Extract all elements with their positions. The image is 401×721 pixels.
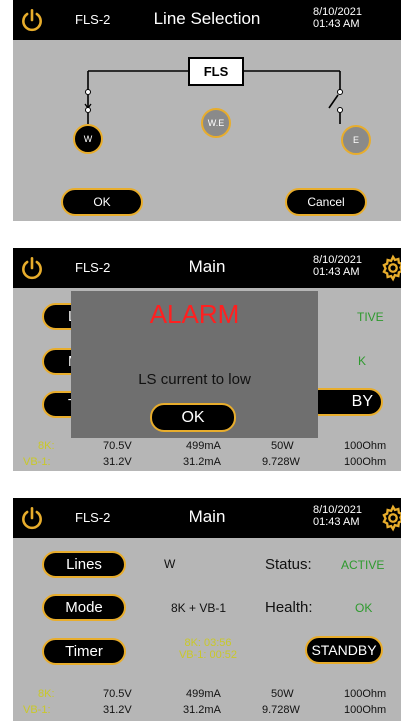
- fls-label: FLS: [203, 64, 229, 79]
- row-power: 9.728W: [262, 456, 300, 468]
- row-label: 8K:: [38, 688, 55, 700]
- row-resistance: 100Ohm: [344, 704, 387, 716]
- health-label: Health:: [265, 599, 313, 616]
- alarm-dialog: ALARM LS current to low OK: [71, 291, 318, 438]
- standby-button[interactable]: STANDBY: [305, 636, 383, 664]
- row-current: 499mA: [186, 440, 221, 452]
- row-voltage: 70.5V: [103, 440, 132, 452]
- row-resistance: 100Ohm: [344, 688, 387, 700]
- row-current: 31.2mA: [183, 704, 221, 716]
- ok-button[interactable]: OK: [61, 188, 143, 216]
- datetime: 8/10/2021 01:43 AM: [313, 254, 362, 278]
- row-resistance: 100Ohm: [344, 456, 387, 468]
- row-power: 9.728W: [262, 704, 300, 716]
- line-e-button[interactable]: E: [341, 125, 371, 155]
- datetime: 8/10/2021 01:43 AM: [313, 504, 362, 528]
- time-text: 01:43 AM: [313, 516, 360, 528]
- timer-button[interactable]: Timer: [42, 638, 126, 665]
- line-selection-panel: FLS-2 Line Selection 8/10/2021 01:43 AM …: [13, 0, 401, 221]
- health-value: K: [358, 354, 367, 368]
- time-text: 01:43 AM: [313, 18, 360, 30]
- row-voltage: 31.2V: [103, 456, 132, 468]
- row-label: 8K:: [38, 440, 55, 452]
- status-value: TIVE: [357, 310, 384, 324]
- mode-value: 8K + VB-1: [171, 601, 227, 615]
- timer-values: 8K: 03:56 VB-1: 00:52: [153, 637, 263, 661]
- header-bar: FLS-2 Line Selection 8/10/2021 01:43 AM: [13, 0, 401, 40]
- status-label: Status:: [265, 556, 312, 573]
- date-text: 8/10/2021: [313, 6, 362, 18]
- timer-vb1: VB-1: 00:52: [178, 649, 238, 661]
- row-label: VB-1:: [23, 704, 51, 716]
- date-text: 8/10/2021: [313, 504, 362, 516]
- lines-button[interactable]: Lines: [42, 551, 126, 578]
- header-bar: FLS-2 Main 8/10/2021 01:43 AM: [13, 248, 401, 288]
- line-we-button[interactable]: W.E: [201, 108, 231, 138]
- datetime: 8/10/2021 01:43 AM: [313, 6, 362, 30]
- timer-8k: 8K: 03:56: [184, 637, 232, 649]
- mode-button[interactable]: Mode: [42, 594, 126, 621]
- alarm-ok-button[interactable]: OK: [150, 403, 236, 432]
- status-value: ACTIVE: [341, 558, 385, 572]
- row-power: 50W: [271, 440, 294, 452]
- alarm-message: LS current to low: [138, 371, 251, 388]
- cancel-button[interactable]: Cancel: [285, 188, 367, 216]
- health-value: OK: [355, 601, 373, 615]
- date-text: 8/10/2021: [313, 254, 362, 266]
- row-current: 31.2mA: [183, 456, 221, 468]
- gear-icon[interactable]: [379, 254, 401, 282]
- time-text: 01:43 AM: [313, 266, 360, 278]
- lines-value: W: [164, 557, 176, 571]
- row-voltage: 31.2V: [103, 704, 132, 716]
- main-panel: FLS-2 Main 8/10/2021 01:43 AM Lines W St…: [13, 498, 401, 721]
- row-resistance: 100Ohm: [344, 440, 387, 452]
- alarm-title: ALARM: [149, 299, 240, 329]
- row-power: 50W: [271, 688, 294, 700]
- row-voltage: 70.5V: [103, 688, 132, 700]
- gear-icon[interactable]: [379, 504, 401, 532]
- line-w-button[interactable]: W: [73, 124, 103, 154]
- row-current: 499mA: [186, 688, 221, 700]
- main-alarm-panel: FLS-2 Main 8/10/2021 01:43 AM L M T TIVE…: [13, 248, 401, 471]
- row-label: VB-1:: [23, 456, 51, 468]
- header-bar: FLS-2 Main 8/10/2021 01:43 AM: [13, 498, 401, 538]
